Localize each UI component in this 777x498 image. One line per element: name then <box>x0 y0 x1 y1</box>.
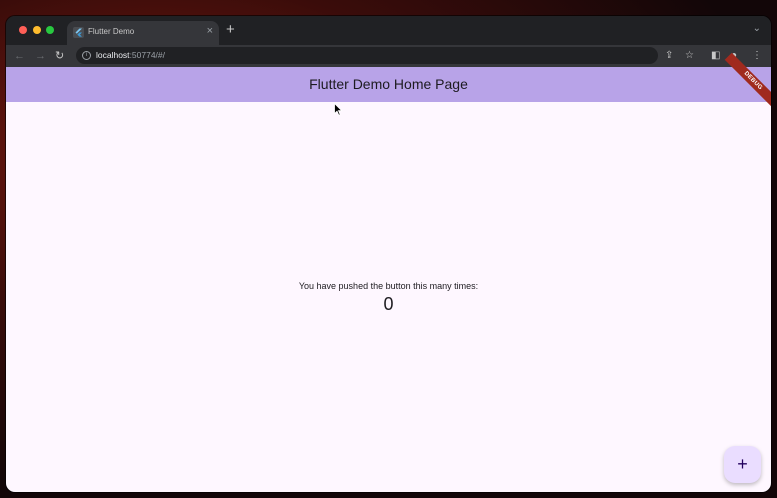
browser-menu-icon[interactable]: ⋮ <box>752 49 762 63</box>
page-title: Flutter Demo Home Page <box>309 76 468 92</box>
tab-flutter-demo[interactable]: Flutter Demo × <box>67 21 219 45</box>
tab-title: Flutter Demo <box>88 27 135 36</box>
site-info-icon[interactable]: i <box>82 51 91 60</box>
tab-strip: Flutter Demo × + ⌄ <box>6 16 771 45</box>
url-path: :50774/#/ <box>129 50 166 60</box>
forward-arrow-icon[interactable]: → <box>35 49 46 63</box>
address-bar[interactable]: i localhost:50774/#/ <box>76 47 658 64</box>
tab-search-chevron-icon[interactable]: ⌄ <box>753 23 761 34</box>
side-panel-icon[interactable]: ◧ <box>711 49 720 63</box>
counter-value: 0 <box>383 294 394 314</box>
tab-close-icon[interactable]: × <box>207 25 213 37</box>
reload-icon[interactable]: ↻ <box>55 49 64 63</box>
url-host: localhost <box>96 50 130 60</box>
app-bar: Flutter Demo Home Page DEBUG <box>6 52 771 110</box>
new-tab-button[interactable]: + <box>226 22 235 38</box>
app-body: You have pushed the button this many tim… <box>6 102 771 492</box>
bookmark-star-icon[interactable]: ☆ <box>685 49 694 63</box>
back-arrow-icon[interactable]: ← <box>14 49 25 63</box>
share-icon[interactable]: ⇪ <box>665 49 673 63</box>
mouse-cursor-icon <box>334 103 343 116</box>
close-window-button[interactable] <box>19 26 27 34</box>
url-text: localhost:50774/#/ <box>96 50 165 60</box>
minimize-window-button[interactable] <box>33 26 41 34</box>
browser-toolbar: ← → ↻ i localhost:50774/#/ ⇪ ☆ ◧ ● ⋮ <box>6 45 771 67</box>
maximize-window-button[interactable] <box>46 26 54 34</box>
counter-message: You have pushed the button this many tim… <box>298 281 479 291</box>
browser-window: Flutter Demo × + ⌄ ← → ↻ i localhost:507… <box>6 16 771 492</box>
increment-button[interactable]: + <box>724 446 761 483</box>
flutter-favicon-icon <box>73 27 84 38</box>
flutter-app: Flutter Demo Home Page DEBUG You have pu… <box>6 52 771 492</box>
